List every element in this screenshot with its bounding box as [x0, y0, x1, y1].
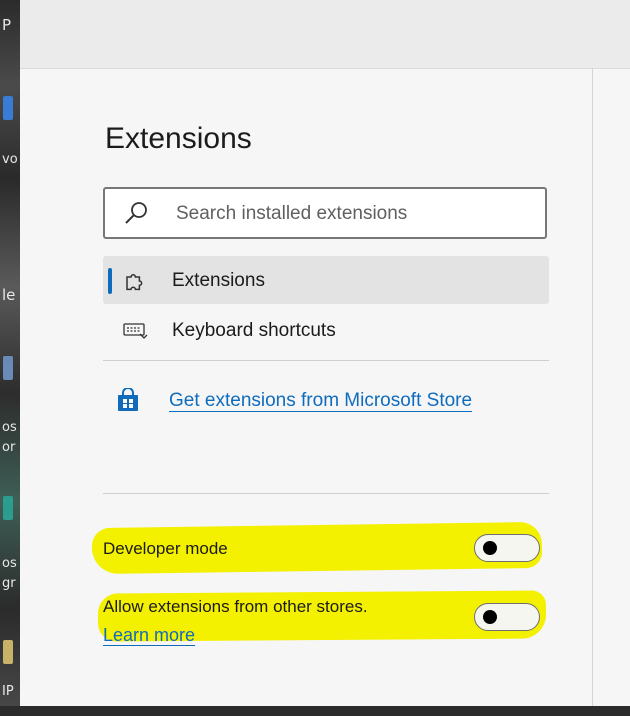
- browser-window: Extensions Search installed extensions E…: [20, 0, 630, 706]
- developer-mode-toggle[interactable]: [474, 534, 540, 562]
- page-title: Extensions: [105, 122, 252, 155]
- taskbar-edge: [0, 706, 630, 716]
- selected-indicator: [108, 268, 112, 294]
- store-link[interactable]: Get extensions from Microsoft Store: [117, 387, 472, 417]
- learn-more-link[interactable]: Learn more: [103, 625, 195, 646]
- divider: [103, 493, 549, 494]
- nav-item-keyboard-shortcuts[interactable]: Keyboard shortcuts: [103, 306, 549, 354]
- toggle-knob: [483, 541, 497, 555]
- store-bag-icon: [117, 387, 139, 416]
- search-icon: [123, 201, 149, 230]
- desktop-icon: [3, 640, 13, 664]
- store-link-label: Get extensions from Microsoft Store: [169, 390, 473, 411]
- keyboard-icon: [123, 320, 149, 347]
- nav-item-label: Extensions: [172, 270, 265, 291]
- browser-toolbar: [20, 0, 630, 69]
- toggle-knob: [483, 610, 497, 624]
- other-stores-toggle[interactable]: [474, 603, 540, 631]
- desktop-icon: [3, 96, 13, 120]
- other-stores-label: Allow extensions from other stores.: [103, 597, 368, 616]
- desktop-edge: P vo le os or os gr IP: [0, 0, 20, 716]
- desktop-icon: [3, 496, 13, 520]
- search-placeholder: Search installed extensions: [176, 203, 408, 224]
- puzzle-icon: [123, 270, 145, 297]
- search-box[interactable]: Search installed extensions: [103, 187, 547, 239]
- nav-item-label: Keyboard shortcuts: [172, 320, 336, 341]
- nav-item-extensions[interactable]: Extensions: [103, 256, 549, 304]
- divider: [103, 360, 549, 361]
- desktop-icon: [3, 356, 13, 380]
- pane-divider: [592, 68, 593, 706]
- developer-mode-label: Developer mode: [103, 539, 228, 558]
